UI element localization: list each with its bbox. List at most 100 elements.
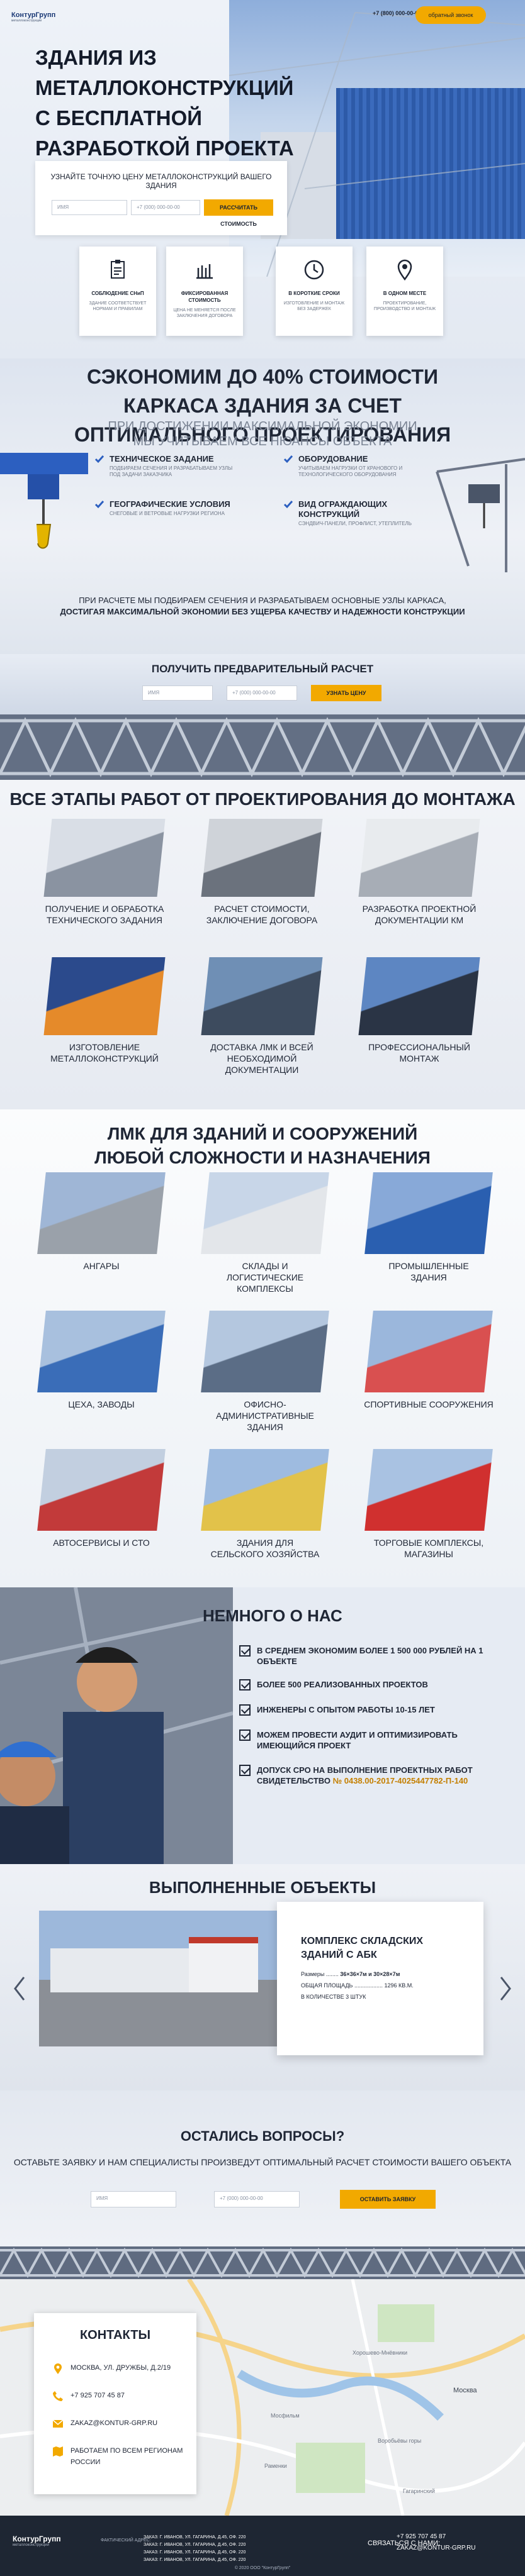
feature-title: В КОРОТКИЕ СРОКИ [288,291,340,296]
stage-photo [43,957,166,1035]
stage-tile[interactable]: РАСЧЕТ СТОИМОСТИ, ЗАКЛЮЧЕНИЕ ДОГОВОРА [199,819,325,926]
checkbox-icon [239,1729,251,1741]
question-phone-input[interactable]: +7 (000) 000-00-00 [214,2191,300,2207]
calculator-icon [196,264,213,279]
footer-logo[interactable]: КонтурГрупп металлоконструкции [13,2534,61,2547]
crane-hook-image [0,453,88,549]
certificate-link[interactable]: № 0438.00-2017-4025447782-П-140 [333,1776,468,1785]
hero-name-input[interactable]: ИМЯ [52,200,127,215]
stage-tile[interactable]: ДОСТАВКА ЛМК И ВСЕЙ НЕОБХОДИМОЙ ДОКУМЕНТА… [199,957,325,1075]
building-type-tile[interactable]: АНГАРЫ [35,1172,167,1272]
header-phone[interactable]: +7 (800) 000-00-00 [373,10,421,16]
building-type-tile[interactable]: СПОРТИВНЫЕ СООРУЖЕНИЯ [363,1311,495,1410]
chevron-left-icon[interactable] [13,1976,26,2001]
stage-caption: ПОЛУЧЕНИЕ И ОБРАБОТКА ТЕХНИЧЕСКОГО ЗАДАНИ… [42,903,167,926]
savings-paragraph-bold: ДОСТИГАЯ МАКСИМАЛЬНОЙ ЭКОНОМИИ БЕЗ УЩЕРБ… [60,607,465,616]
stage-caption-line: ДОКУМЕНТАЦИИ КМ [375,915,464,925]
feature-card: ФИКСИРОВАННАЯ СТОИМОСТЬ ЦЕНА НЕ МЕНЯЕТСЯ… [166,247,243,336]
building-type-caption: ТОРГОВЫЕ КОМПЛЕКСЫ, МАГАЗИНЫ [363,1537,495,1560]
building-type-photo [37,1311,166,1392]
about-fact-text: ДОПУСК СРО НА ВЫПОЛНЕНИЕ ПРОЕКТНЫХ РАБОТ [257,1765,473,1775]
project-photo [39,1911,291,2046]
project-size-label: Размеры [301,1971,325,1977]
stage-caption: ИЗГОТОВЛЕНИЕ МЕТАЛЛОКОНСТРУКЦИЙ [42,1041,167,1064]
hero-phone-input[interactable]: +7 (000) 000-00-00 [131,200,200,215]
contact-region-text: РАБОТАЕМ ПО ВСЕМ РЕГИОНАМ РОССИИ [71,2447,183,2466]
map-label: Раменки [264,2463,287,2469]
savings-item-title: ТЕХНИЧЕСКОЕ ЗАДАНИЕ [110,454,214,464]
building-type-tile[interactable]: ОФИСНО-АДМИНИСТРАТИВНЫЕ ЗДАНИЯ [199,1311,331,1433]
building-type-photo [37,1172,166,1254]
building-type-caption: АВТОСЕРВИСЫ И СТО [35,1537,167,1548]
stage-photo [358,819,480,897]
savings-item: ГЕОГРАФИЧЕСКИЕ УСЛОВИЯ СНЕГОВЫЕ И ВЕТРОВ… [94,499,233,517]
chevron-right-icon[interactable] [499,1976,512,2001]
hero-submit-button[interactable]: РАССЧИТАТЬ СТОИМОСТЬ [204,199,273,227]
calc-submit-button[interactable]: УЗНАТЬ ЦЕНУ [311,685,381,701]
building-type-photo [201,1172,329,1254]
contact-email-text: ZAKAZ@KONTUR-GRP.RU [71,2419,158,2427]
savings-item-title: ВИД ОГРАЖДАЮЩИХ КОНСТРУКЦИЙ [298,499,388,519]
location-pin-icon [54,2363,62,2374]
project-size-value: 36×36×7м и 30×28×7м [340,1971,400,1977]
savings-item-title: ГЕОГРАФИЧЕСКИЕ УСЛОВИЯ [110,499,230,509]
contact-email[interactable]: ZAKAZ@KONTUR-GRP.RU [52,2418,157,2430]
question-submit-button[interactable]: ОСТАВИТЬ ЗАЯВКУ [340,2190,436,2209]
stage-tile[interactable]: ИЗГОТОВЛЕНИЕ МЕТАЛЛОКОНСТРУКЦИЙ [42,957,167,1064]
stage-caption-line: ИЗГОТОВЛЕНИЕ [69,1042,140,1052]
building-type-tile[interactable]: ПРОМЫШЛЕННЫЕ ЗДАНИЯ [363,1172,495,1283]
feature-text: ЦЕНА НЕ МЕНЯЕТСЯ ПОСЛЕ ЗАКЛЮЧЕНИЯ ДОГОВО… [173,308,236,318]
project-card: КОМПЛЕКС СКЛАДСКИХ ЗДАНИЙ С АБК Размеры … [277,1902,483,2055]
about-title: НЕМНОГО О НАС [203,1606,342,1625]
truss-divider [0,2246,525,2279]
footer-email[interactable]: ZAKAZ@KONTUR-GRP.RU [397,2545,476,2551]
feature-card: В ОДНОМ МЕСТЕ ПРОЕКТИРОВАНИЕ, ПРОИЗВОДСТ… [366,247,443,336]
building-type-caption-line: СПОРТИВНЫЕ СООРУЖЕНИЯ [364,1399,494,1409]
about-fact: ДОПУСК СРО НА ВЫПОЛНЕНИЕ ПРОЕКТНЫХ РАБОТ… [239,1765,510,1786]
contact-phone[interactable]: +7 925 707 45 87 [52,2390,125,2402]
feature-text: ПРОЕКТИРОВАНИЕ, ПРОИЗВОДСТВО И МОНТАЖ [373,301,436,311]
building-type-photo [201,1449,329,1531]
stage-photo [201,957,323,1035]
savings-item-text: УЧИТЫВАЕМ НАГРУЗКИ ОТ КРАНОВОГО И ТЕХНОЛ… [298,465,403,477]
footer-phone[interactable]: +7 925 707 45 87 [397,2533,446,2540]
stage-tile[interactable]: ПРОФЕССИОНАЛЬНЫЙ МОНТАЖ [356,957,482,1064]
savings-subtitle: ПРИ ДОСТИЖЕНИИ МАКСИМАЛЬНОЙ ЭКОНОМИИ МЫ … [108,419,417,448]
projects-title: ВЫПОЛНЕННЫЕ ОБЪЕКТЫ [149,1878,376,1897]
callback-button[interactable]: обратный звонок [415,6,486,24]
footer-address: ЗАКАЗ: Г. ИВАНОВ, УЛ. ГАГАРИНА, Д.45, ОФ… [144,2543,246,2547]
savings-item-title: ОБОРУДОВАНИЕ [298,454,368,464]
stage-tile[interactable]: ПОЛУЧЕНИЕ И ОБРАБОТКА ТЕХНИЧЕСКОГО ЗАДАНИ… [42,819,167,926]
stage-photo [201,819,323,897]
footer-logo-name: КонтурГрупп [13,2534,61,2543]
calc-name-input[interactable]: ИМЯ [142,686,213,701]
stage-caption-line: РАСЧЕТ СТОИМОСТИ, [214,904,310,914]
building-type-photo [364,1449,493,1531]
building-type-tile[interactable]: ТОРГОВЫЕ КОМПЛЕКСЫ, МАГАЗИНЫ [363,1449,495,1560]
building-type-caption-line: ЛОГИСТИЧЕСКИЕ КОМПЛЕКСЫ [226,1272,304,1294]
stage-tile[interactable]: РАЗРАБОТКА ПРОЕКТНОЙ ДОКУМЕНТАЦИИ КМ [356,819,482,926]
building-type-tile[interactable]: ЦЕХА, ЗАВОДЫ [35,1311,167,1410]
site-logo[interactable]: КонтурГрупп металлоконструкции [11,9,57,25]
project-area-value: 1296 КВ.М. [384,1982,414,1989]
map-label: Гагаринский [403,2488,435,2494]
check-icon [94,455,104,464]
logo-tagline: металлоконструкции [11,19,42,23]
checkbox-icon [239,1679,251,1690]
map-section[interactable]: Хорошево-Мнёвники Мосфильм Москва Раменк… [0,2279,525,2516]
calc-phone-input[interactable]: +7 (000) 000-00-00 [227,686,297,701]
building-type-tile[interactable]: АВТОСЕРВИСЫ И СТО [35,1449,167,1548]
building-type-tile[interactable]: СКЛАДЫ И ЛОГИСТИЧЕСКИЕ КОМПЛЕКСЫ [199,1172,331,1294]
check-icon [283,455,293,464]
checkbox-icon [239,1704,251,1716]
building-type-caption-line: ТОРГОВЫЕ КОМПЛЕКСЫ, [373,1538,484,1548]
truss-divider [0,714,525,780]
building-type-tile[interactable]: ЗДАНИЯ ДЛЯ СЕЛЬСКОГО ХОЗЯЙСТВА [199,1449,331,1560]
savings-item-text: СЭНДВИЧ-ПАНЕЛИ, ПРОФЛИСТ, УТЕПЛИТЕЛЬ [298,521,412,526]
location-pin-icon [397,259,412,281]
hero-form: УЗНАЙТЕ ТОЧНУЮ ЦЕНУ МЕТАЛЛОКОНСТРУКЦИЙ В… [35,161,287,235]
question-name-input[interactable]: ИМЯ [91,2191,176,2207]
hero-section: КонтурГрупп металлоконструкции +7 (800) … [0,0,525,358]
about-fact: В СРЕДНЕМ ЭКОНОМИМ БОЛЕЕ 1 500 000 РУБЛЕ… [239,1645,510,1667]
building-type-caption-line: СКЛАДЫ И [242,1261,288,1271]
